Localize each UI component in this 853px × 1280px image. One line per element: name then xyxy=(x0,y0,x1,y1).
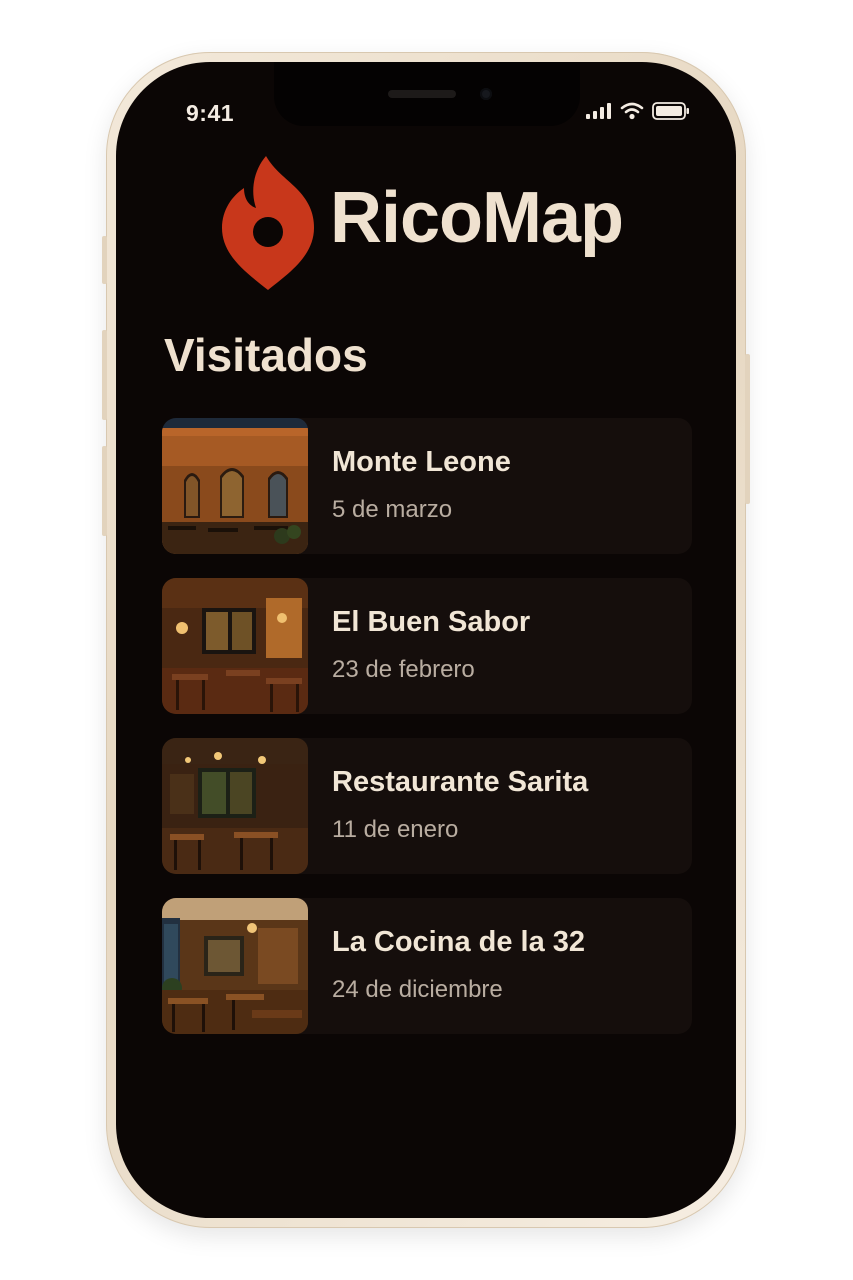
restaurant-card[interactable]: Monte Leone 5 de marzo xyxy=(162,418,692,554)
speaker-grille xyxy=(388,90,456,98)
power-button xyxy=(745,354,750,504)
app-screen: 9:41 RicoMap Visitados Monte Leone 5 de … xyxy=(116,62,736,1218)
restaurant-interior-photo xyxy=(162,578,308,714)
wifi-icon xyxy=(620,102,644,125)
status-icons xyxy=(586,102,690,125)
device-mockup: 9:41 RicoMap Visitados Monte Leone 5 de … xyxy=(0,0,853,1280)
battery-icon xyxy=(652,102,690,125)
restaurant-name: Monte Leone xyxy=(332,446,511,478)
restaurant-name: El Buen Sabor xyxy=(332,606,531,638)
visited-list: Monte Leone 5 de marzo El Buen Sabor 23 … xyxy=(162,418,692,1058)
notch xyxy=(274,62,580,126)
front-camera xyxy=(480,88,492,100)
app-header: RicoMap xyxy=(116,156,736,296)
restaurant-name: Restaurante Sarita xyxy=(332,766,589,798)
restaurant-interior-photo xyxy=(162,738,308,874)
app-title: RicoMap xyxy=(330,178,624,258)
restaurant-card[interactable]: Restaurante Sarita 11 de enero xyxy=(162,738,692,874)
volume-up-button xyxy=(102,330,107,420)
restaurant-card[interactable]: La Cocina de la 32 24 de diciembre xyxy=(162,898,692,1034)
signal-icon xyxy=(586,103,612,124)
restaurant-card[interactable]: El Buen Sabor 23 de febrero xyxy=(162,578,692,714)
section-title: Visitados xyxy=(164,329,368,381)
visit-date: 11 de enero xyxy=(332,816,459,843)
flame-pin-logo-icon xyxy=(222,156,314,290)
visit-date: 23 de febrero xyxy=(332,656,475,683)
restaurant-interior-photo xyxy=(162,898,308,1034)
volume-down-button xyxy=(102,446,107,536)
restaurant-exterior-photo xyxy=(162,418,308,554)
restaurant-name: La Cocina de la 32 xyxy=(332,926,586,958)
visit-date: 24 de diciembre xyxy=(332,976,503,1003)
visit-date: 5 de marzo xyxy=(332,496,453,523)
silent-switch xyxy=(102,236,107,284)
status-time: 9:41 xyxy=(186,100,235,126)
